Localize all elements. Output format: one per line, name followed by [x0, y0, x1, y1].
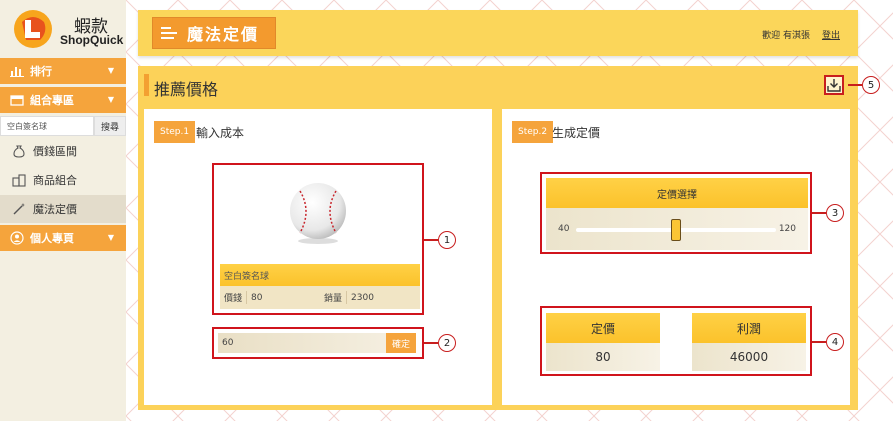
sidebar-item-product-combo[interactable]: 商品組合 — [0, 166, 126, 194]
chevron-down-icon: ▼ — [107, 95, 114, 104]
profit-result-label: 利潤 — [692, 313, 806, 343]
sidebar: 蝦款 ShopQuick 排行 ▼ 組合專區 ▼ 空白簽名球 搜尋 價錢區間 商… — [0, 0, 126, 421]
sidebar-item-label: 商品組合 — [33, 174, 77, 187]
brand-name-en: ShopQuick — [60, 33, 124, 47]
product-name: 空白簽名球 — [220, 264, 420, 286]
main-panel: 推薦價格 5 Step.1 輸入成本 空白簽名球 價錢 80 銷量 2300 1… — [138, 66, 880, 410]
sidebar-item-magic-pricing[interactable]: 魔法定價 — [0, 195, 126, 223]
step1-badge: Step.1 — [154, 121, 196, 143]
sidebar-item-label: 排行 — [30, 65, 52, 78]
logout-link[interactable]: 登出 — [822, 28, 840, 41]
callout-badge-2: 2 — [438, 334, 456, 352]
bar-chart-icon — [10, 67, 24, 77]
sidebar-item-ranking[interactable]: 排行 ▼ — [0, 58, 126, 84]
result-group: 定價 80 利潤 46000 — [540, 306, 812, 376]
sidebar-item-label: 組合專區 — [30, 94, 74, 107]
section-accent-bar — [144, 74, 149, 96]
slider-body: 40 120 — [546, 208, 808, 250]
price-result-value: 80 — [546, 343, 660, 371]
sidebar-item-label: 價錢區間 — [33, 145, 77, 158]
callout-badge-4: 4 — [826, 333, 844, 351]
slider-label: 定價選擇 — [546, 178, 808, 208]
top-header: 魔法定價 歡迎 有淇張 登出 — [138, 10, 858, 56]
menu-icon[interactable] — [161, 26, 177, 40]
price-value: 80 — [251, 292, 263, 303]
confirm-button[interactable]: 確定 — [386, 333, 416, 353]
callout-line — [424, 239, 438, 241]
page-title: 魔法定價 — [152, 17, 276, 49]
chevron-down-icon: ▼ — [107, 233, 114, 242]
sales-label: 銷量 — [320, 291, 348, 304]
sidebar-item-combo[interactable]: 組合專區 ▼ — [0, 87, 126, 113]
search-input[interactable]: 空白簽名球 — [0, 116, 94, 136]
page-title-text: 魔法定價 — [187, 25, 260, 44]
welcome-text: 歡迎 有淇張 — [762, 31, 810, 41]
slider-min: 40 — [558, 224, 570, 234]
download-button[interactable] — [824, 75, 844, 95]
price-result-label: 定價 — [546, 313, 660, 343]
search-button[interactable]: 搜尋 — [94, 116, 126, 136]
magic-wand-icon — [13, 203, 25, 215]
download-icon — [827, 79, 841, 92]
slider-thumb[interactable] — [671, 219, 681, 241]
brand-logo[interactable]: 蝦款 ShopQuick — [8, 6, 126, 56]
callout-line — [812, 212, 826, 214]
chevron-down-icon: ▼ — [107, 66, 114, 75]
cost-input-group: 60 確定 — [212, 327, 424, 359]
moneybag-icon — [13, 145, 25, 158]
boxes-icon — [12, 174, 26, 187]
callout-line — [848, 84, 862, 86]
profit-result-value: 46000 — [692, 343, 806, 371]
section-title: 推薦價格 — [154, 80, 219, 99]
sidebar-item-label: 魔法定價 — [33, 203, 77, 216]
storefront-icon — [10, 95, 24, 106]
sidebar-item-label: 個人專頁 — [30, 232, 74, 245]
user-circle-icon — [10, 231, 24, 245]
step1-card: Step.1 輸入成本 空白簽名球 價錢 80 銷量 2300 1 60 確定 … — [144, 109, 492, 405]
step1-title: 輸入成本 — [196, 126, 245, 140]
sales-value: 2300 — [351, 292, 374, 303]
shrimp-logo-icon — [14, 10, 52, 48]
callout-line — [812, 341, 826, 343]
sidebar-item-price-range[interactable]: 價錢區間 — [0, 137, 126, 165]
step2-badge: Step.2 — [512, 121, 554, 143]
callout-badge-5: 5 — [862, 76, 880, 94]
step2-card: Step.2 生成定價 定價選擇 40 120 3 定價 80 利潤 46000… — [502, 109, 850, 405]
product-card: 空白簽名球 價錢 80 銷量 2300 — [212, 163, 424, 315]
callout-badge-1: 1 — [438, 231, 456, 249]
price-label: 價錢 — [220, 291, 248, 304]
callout-line — [424, 342, 438, 344]
sidebar-search: 空白簽名球 搜尋 — [0, 116, 126, 136]
callout-badge-3: 3 — [826, 204, 844, 222]
slider-max: 120 — [778, 224, 796, 234]
product-info-row: 價錢 80 銷量 2300 — [220, 286, 420, 309]
baseball-image — [290, 183, 346, 244]
price-slider-group: 定價選擇 40 120 — [540, 172, 812, 254]
sidebar-item-personal[interactable]: 個人專頁 ▼ — [0, 225, 126, 251]
cost-input[interactable]: 60 — [218, 333, 386, 353]
step2-title: 生成定價 — [552, 126, 601, 140]
